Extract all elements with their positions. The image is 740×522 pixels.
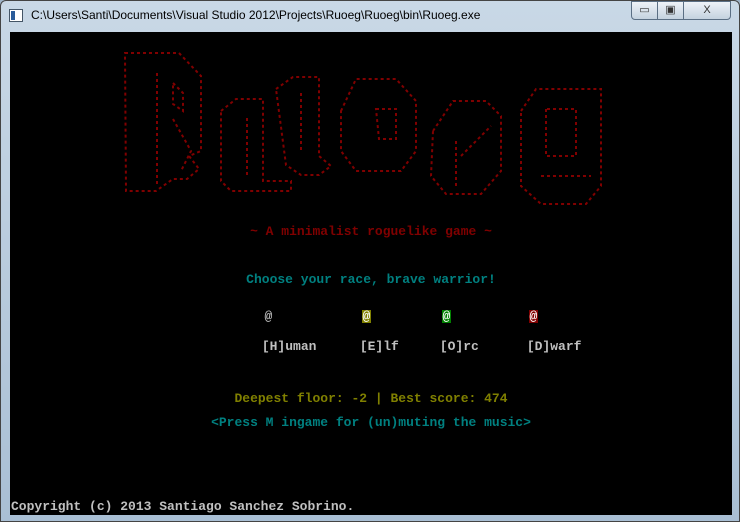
- race-option-elf[interactable]: @ [E]lf: [313, 294, 399, 369]
- race-option-human[interactable]: @ [H]uman: [215, 294, 317, 369]
- console-output: ~ A minimalist roguelike game ~ Choose y…: [10, 32, 732, 515]
- dwarf-symbol: @: [528, 309, 539, 324]
- race-label: [H]uman: [261, 339, 317, 354]
- console-window: C:\Users\Santi\Documents\Visual Studio 2…: [0, 0, 740, 522]
- race-option-dwarf[interactable]: @ [D]warf: [480, 294, 581, 369]
- race-option-orc[interactable]: @ [O]rc: [393, 294, 479, 369]
- race-label: [D]warf: [526, 339, 582, 354]
- music-hint: <Press M ingame for (un)muting the music…: [211, 415, 531, 430]
- human-symbol: @: [264, 309, 273, 324]
- stats-line: Deepest floor: -2 | Best score: 474: [234, 391, 508, 406]
- console-app-icon[interactable]: [9, 9, 23, 22]
- window-title: C:\Users\Santi\Documents\Visual Studio 2…: [31, 8, 481, 22]
- minimize-button[interactable]: ▭: [631, 1, 658, 20]
- copyright: Copyright (c) 2013 Santiago Sanchez Sobr…: [11, 499, 355, 514]
- title-bar[interactable]: C:\Users\Santi\Documents\Visual Studio 2…: [1, 1, 739, 31]
- maximize-button[interactable]: ▣: [657, 1, 684, 20]
- subtitle: ~ A minimalist roguelike game ~: [250, 224, 492, 239]
- race-label: [O]rc: [439, 339, 479, 354]
- elf-symbol: @: [361, 309, 372, 324]
- orc-symbol: @: [441, 309, 452, 324]
- close-button[interactable]: X: [683, 1, 731, 20]
- race-prompt: Choose your race, brave warrior!: [246, 272, 496, 287]
